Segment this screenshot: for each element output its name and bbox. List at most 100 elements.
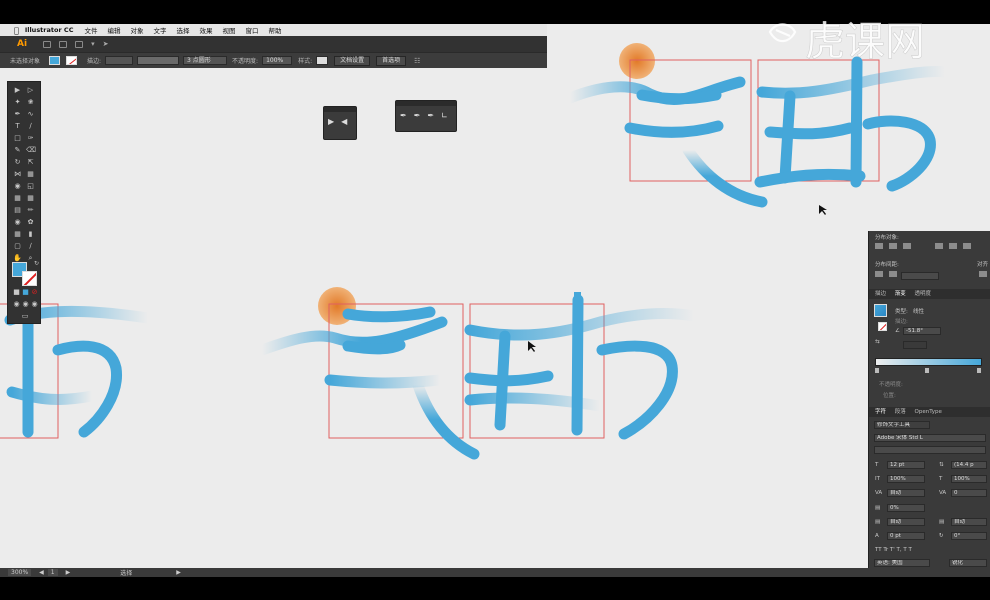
- baseline-shift-field[interactable]: 0 pt: [887, 532, 925, 540]
- delete-anchor-icon[interactable]: ✒: [427, 111, 434, 120]
- anchor-convert-icon[interactable]: ▶: [328, 117, 334, 126]
- rectangle-tool-icon[interactable]: □: [13, 134, 22, 142]
- perspective-grid-icon[interactable]: ▦: [13, 194, 22, 202]
- gradient-type-value[interactable]: 线性: [913, 307, 924, 315]
- tab-opentype[interactable]: OpenType: [915, 409, 942, 415]
- screen-mode-icon[interactable]: ▭: [19, 312, 31, 320]
- font-style-field[interactable]: [874, 446, 986, 454]
- text-style-icons[interactable]: TT Tr T' T, T T: [875, 547, 912, 553]
- stroke-weight-field[interactable]: [105, 56, 134, 65]
- preferences-button[interactable]: 首选项: [376, 55, 407, 66]
- pen-tool-icon[interactable]: ✒: [400, 111, 407, 120]
- arrange-documents-icon[interactable]: [75, 40, 84, 48]
- panel-title-bar[interactable]: [324, 107, 356, 112]
- mesh-tool-icon[interactable]: ▦: [26, 194, 35, 202]
- artboard-number-field[interactable]: 1: [47, 569, 58, 576]
- panel-title-bar[interactable]: [396, 101, 456, 106]
- menu-effect[interactable]: 效果: [194, 25, 217, 35]
- gradient-stop-right[interactable]: [977, 368, 981, 373]
- none-mode-icon[interactable]: ⊘: [30, 288, 39, 296]
- menu-window[interactable]: 窗口: [240, 25, 263, 35]
- draw-normal-icon[interactable]: ◉: [12, 300, 21, 308]
- shape-builder-icon[interactable]: ◉: [13, 182, 22, 190]
- width-tool-icon[interactable]: ⋈: [13, 170, 22, 178]
- menu-object[interactable]: 对象: [125, 25, 148, 35]
- distribute-icon[interactable]: [903, 243, 911, 249]
- draw-inside-icon[interactable]: ◉: [30, 300, 39, 308]
- stroke-swatch[interactable]: [66, 56, 78, 65]
- tab-gradient[interactable]: 渐变: [895, 291, 906, 297]
- tab-paragraph[interactable]: 段落: [895, 409, 906, 415]
- gradient-stop-left[interactable]: [875, 368, 879, 373]
- opacity-field[interactable]: 100%: [262, 56, 293, 65]
- tab-stroke[interactable]: 描边: [875, 291, 886, 297]
- distribute-icon[interactable]: [889, 243, 897, 249]
- rotate-tool-icon[interactable]: ↻: [13, 158, 22, 166]
- language-field[interactable]: 英语: 美国: [874, 559, 930, 567]
- gradient-slider[interactable]: [875, 358, 982, 366]
- scale-tool-icon[interactable]: ⇱: [26, 158, 35, 166]
- free-transform-icon[interactable]: ▦: [26, 170, 35, 178]
- distribute-spacing-icon[interactable]: [875, 271, 883, 277]
- distribute-icon[interactable]: [949, 243, 957, 249]
- leading-field[interactable]: (14.4 p: [951, 461, 987, 469]
- stock-icon[interactable]: [59, 40, 68, 48]
- lasso-icon[interactable]: ❀: [26, 98, 35, 106]
- pen-tool-icon[interactable]: ✒: [13, 110, 22, 118]
- document-setup-button[interactable]: 文档设置: [334, 55, 371, 66]
- column-graph-icon[interactable]: ▦: [13, 230, 22, 238]
- color-mode-icon[interactable]: ■: [12, 288, 21, 296]
- tracking-field[interactable]: 0: [951, 489, 987, 497]
- gradient-tool-icon[interactable]: ▤: [13, 206, 22, 214]
- aki-right-field[interactable]: 自动: [951, 518, 987, 526]
- gradient-mode-icon[interactable]: ■: [21, 288, 30, 296]
- distribute-spacing-icon[interactable]: [889, 271, 897, 277]
- hand-tool-icon[interactable]: ✋: [13, 254, 22, 262]
- graphic-style-swatch[interactable]: [316, 56, 329, 65]
- eyedropper-icon[interactable]: ✏: [26, 206, 35, 214]
- direct-selection-tool-icon[interactable]: ▷: [26, 86, 35, 94]
- char-rotation-field[interactable]: 0°: [951, 532, 987, 540]
- spacing-field[interactable]: [901, 272, 939, 280]
- type-tool-icon[interactable]: T: [13, 122, 22, 130]
- send-icon[interactable]: ➤: [103, 40, 109, 48]
- paintbrush-icon[interactable]: ✑: [26, 134, 35, 142]
- chevron-down-icon[interactable]: ▾: [91, 40, 95, 48]
- line-tool-icon[interactable]: ∕: [26, 122, 35, 130]
- curvature-tool-icon[interactable]: ∿: [26, 110, 35, 118]
- artboard-tool-icon[interactable]: ▢: [13, 242, 22, 250]
- blend-tool-icon[interactable]: ◉: [13, 218, 22, 226]
- eraser-icon[interactable]: ⌫: [26, 146, 36, 154]
- path-handle[interactable]: [574, 292, 581, 306]
- touch-type-button[interactable]: 修饰文字工具: [874, 421, 930, 429]
- font-size-field[interactable]: 12 pt: [887, 461, 925, 469]
- tsume-field[interactable]: 0%: [887, 504, 925, 512]
- pencil-icon[interactable]: ✎: [13, 146, 22, 154]
- menu-view[interactable]: 视图: [217, 25, 240, 35]
- gradient-midpoint[interactable]: [925, 368, 929, 373]
- gradient-angle-field[interactable]: -51.8°: [903, 327, 941, 335]
- bar-chart-icon[interactable]: ▮: [26, 230, 35, 238]
- apple-icon[interactable]: : [0, 26, 25, 35]
- distribute-icon[interactable]: [875, 243, 883, 249]
- kerning-field[interactable]: 自动: [887, 489, 925, 497]
- menu-file[interactable]: 文件: [79, 25, 102, 35]
- anti-alias-field[interactable]: 锐化: [949, 559, 987, 567]
- arrange-icon[interactable]: ☷: [414, 57, 420, 65]
- horizontal-scale-field[interactable]: 100%: [951, 475, 987, 483]
- menu-help[interactable]: 帮助: [263, 25, 286, 35]
- draw-behind-icon[interactable]: ◉: [21, 300, 30, 308]
- aspect-ratio-field[interactable]: [903, 341, 927, 349]
- tab-transparency[interactable]: 透明度: [915, 291, 932, 297]
- fill-swatch[interactable]: [49, 56, 61, 65]
- live-paint-icon[interactable]: ◱: [26, 182, 35, 190]
- vertical-scale-field[interactable]: 100%: [887, 475, 925, 483]
- zoom-field[interactable]: 300%: [8, 569, 32, 576]
- anchor-point-icon[interactable]: ∟: [441, 111, 448, 120]
- gradient-stroke-swatch[interactable]: [878, 322, 887, 331]
- align-to-icon[interactable]: [979, 271, 987, 277]
- menu-type[interactable]: 文字: [148, 25, 171, 35]
- sun-circle[interactable]: [619, 43, 655, 79]
- lettering-middle[interactable]: [256, 287, 700, 460]
- menu-edit[interactable]: 编辑: [102, 25, 125, 35]
